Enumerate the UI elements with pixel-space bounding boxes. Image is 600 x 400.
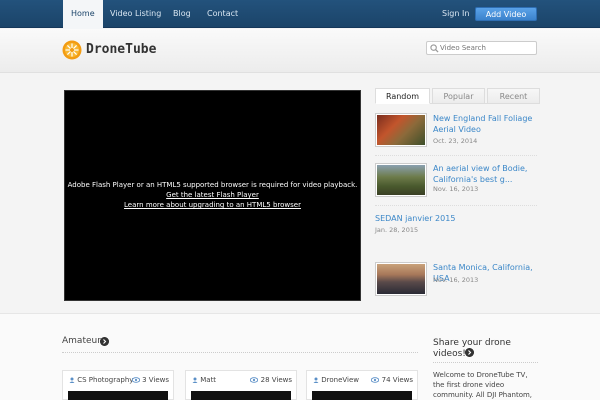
- nav-contact[interactable]: Contact: [207, 0, 238, 28]
- tab-random[interactable]: Random: [375, 88, 430, 104]
- card-views: 3 Views: [131, 376, 169, 384]
- search-input[interactable]: [440, 42, 534, 54]
- card-views: 28 Views: [250, 376, 292, 384]
- card-user[interactable]: CS Photography: [69, 376, 133, 384]
- video-title[interactable]: An aerial view of Bodie, California's be…: [433, 163, 537, 185]
- video-date: Jan. 28, 2015: [375, 226, 419, 234]
- video-date: Oct. 23, 2014: [433, 137, 478, 145]
- list-item[interactable]: Santa Monica, California, USA Nov. 16, 2…: [375, 262, 537, 298]
- section-title[interactable]: Amateur: [62, 336, 101, 346]
- card-views-count: 28 Views: [260, 376, 292, 384]
- top-navbar: Home Video Listing Blog Contact Sign In …: [0, 0, 600, 29]
- video-thumbnail[interactable]: [375, 113, 427, 147]
- video-date: Nov. 16, 2013: [433, 185, 479, 193]
- logo-text[interactable]: DroneTube: [86, 42, 156, 57]
- video-player[interactable]: Adobe Flash Player or an HTML5 supported…: [64, 90, 361, 301]
- arrow-right-icon[interactable]: [465, 348, 474, 357]
- card-views-count: 3 Views: [142, 376, 169, 384]
- sidebar-divider: [433, 362, 538, 363]
- video-thumbnail[interactable]: [375, 163, 427, 197]
- tab-recent[interactable]: Recent: [487, 88, 540, 104]
- list-item[interactable]: New England Fall Foliage Aerial Video Oc…: [375, 113, 537, 149]
- divider: [375, 155, 537, 156]
- eye-icon: [131, 377, 141, 383]
- user-icon: [69, 377, 75, 383]
- video-thumbnail[interactable]: [312, 391, 412, 400]
- card-user[interactable]: Matt: [192, 376, 216, 384]
- sidebar-title: Share your drone videos!: [433, 338, 511, 359]
- search-box: [426, 41, 537, 55]
- nav-video-listing[interactable]: Video Listing: [110, 0, 161, 28]
- video-date: Nov. 16, 2013: [433, 276, 479, 284]
- video-title[interactable]: New England Fall Foliage Aerial Video: [433, 113, 537, 135]
- sidebar-text: Welcome to DroneTube TV, the first drone…: [433, 371, 533, 399]
- eye-icon: [371, 377, 380, 383]
- tab-popular[interactable]: Popular: [432, 88, 485, 104]
- sign-in-link[interactable]: Sign In: [442, 0, 469, 28]
- card-user-name[interactable]: DroneView: [321, 376, 359, 384]
- nav-home[interactable]: Home: [63, 0, 103, 29]
- video-tabs: Random Popular Recent: [375, 88, 540, 104]
- user-icon: [313, 377, 319, 383]
- player-message: Adobe Flash Player or an HTML5 supported…: [67, 181, 358, 189]
- eye-icon: [250, 377, 259, 383]
- card-views: 74 Views: [371, 376, 413, 384]
- video-thumbnail[interactable]: [68, 391, 168, 400]
- video-title[interactable]: SEDAN janvier 2015: [375, 213, 479, 224]
- flash-player-link[interactable]: Get the latest Flash Player: [65, 190, 360, 200]
- arrow-right-icon[interactable]: [100, 337, 109, 346]
- search-icon: [430, 44, 439, 53]
- site-header: DroneTube: [0, 29, 600, 73]
- video-card[interactable]: CS Photography 3 Views: [62, 370, 174, 400]
- video-card[interactable]: Matt 28 Views: [185, 370, 297, 400]
- video-thumbnail[interactable]: [375, 262, 427, 296]
- divider: [375, 205, 537, 206]
- card-views-count: 74 Views: [381, 376, 413, 384]
- list-item[interactable]: SEDAN janvier 2015 Jan. 28, 2015: [375, 213, 537, 239]
- card-user-name[interactable]: CS Photography: [77, 376, 133, 384]
- nav-blog[interactable]: Blog: [173, 0, 191, 28]
- user-icon: [192, 377, 198, 383]
- video-card[interactable]: DroneView 74 Views: [306, 370, 418, 400]
- section-divider: [62, 352, 418, 353]
- sun-logo-icon[interactable]: [62, 40, 82, 60]
- card-user[interactable]: DroneView: [313, 376, 359, 384]
- video-thumbnail[interactable]: [191, 391, 291, 400]
- add-video-button[interactable]: Add Video: [475, 7, 537, 21]
- html5-browser-link[interactable]: Learn more about upgrading to an HTML5 b…: [65, 200, 360, 210]
- list-item[interactable]: An aerial view of Bodie, California's be…: [375, 163, 537, 199]
- card-user-name[interactable]: Matt: [200, 376, 216, 384]
